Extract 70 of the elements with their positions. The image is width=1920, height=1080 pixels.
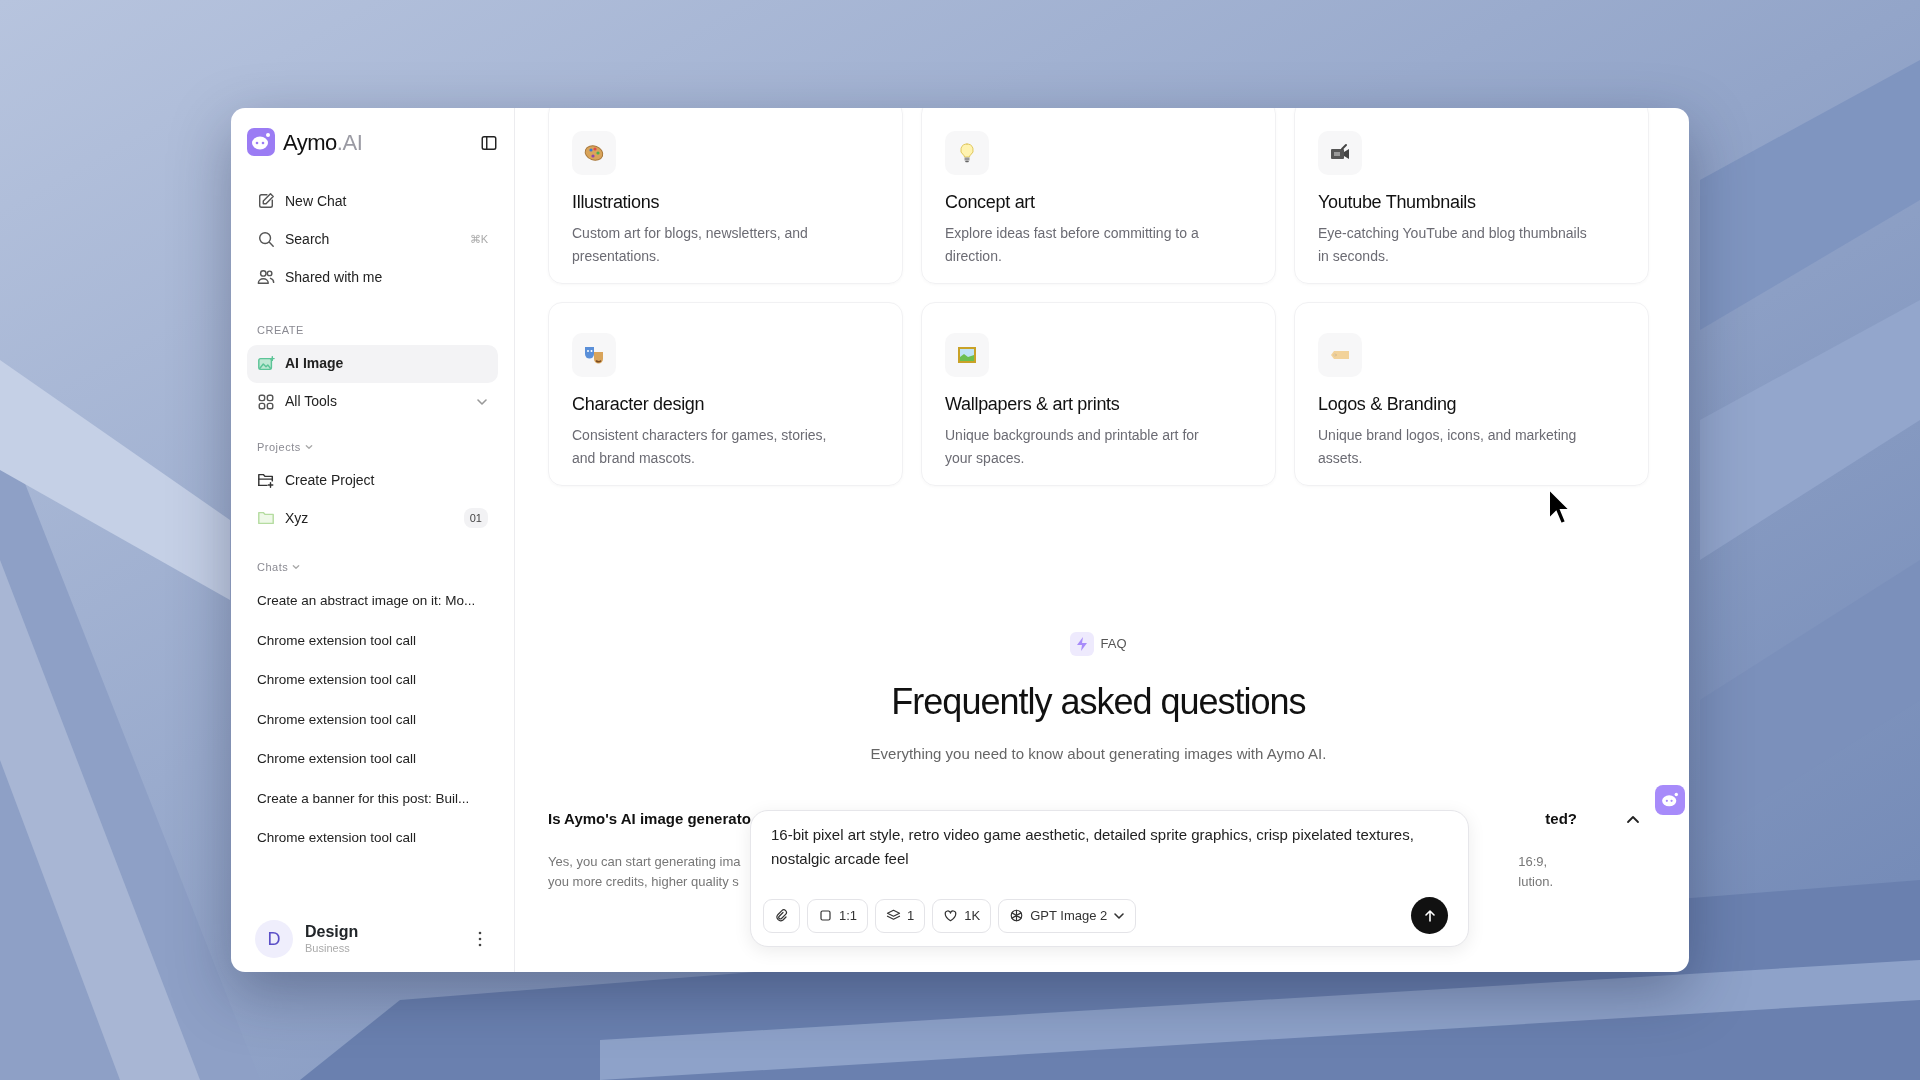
chevron-down-icon bbox=[292, 563, 301, 572]
faq-answer: Yes, you can start generating ima you more credits, higher quality s bbox=[548, 852, 741, 891]
brand-name: Aymo.AI bbox=[283, 128, 363, 157]
send-button[interactable] bbox=[1411, 897, 1448, 934]
image-icon bbox=[257, 354, 275, 373]
edit-icon bbox=[257, 192, 275, 210]
prompt-composer[interactable]: 16-bit pixel art style, retro video game aesthetic, detailed sprite graphics, crisp pixelated textures, nostalgic arcade feel 1:1 1 1K GPT Image 2 bbox=[750, 810, 1469, 947]
folder-icon bbox=[257, 509, 275, 527]
chat-item[interactable]: Chrome extension tool call bbox=[247, 739, 498, 779]
user-plan: Business bbox=[305, 942, 351, 956]
grid-icon bbox=[257, 392, 275, 411]
card-description: Unique backgrounds and printable art for your spaces. bbox=[945, 426, 1200, 468]
more-icon bbox=[478, 931, 482, 947]
model-dropdown[interactable]: GPT Image 2 bbox=[998, 898, 1137, 933]
faq-answer: 16:9, lution. bbox=[1518, 852, 1553, 891]
card-description: Consistent characters for games, stories, and brand mascots. bbox=[572, 426, 828, 468]
logo-icon bbox=[247, 128, 275, 156]
folder-plus-icon bbox=[257, 471, 275, 489]
tool-card[interactable]: Character design Consistent characters for games, stories, and brand mascots. bbox=[548, 302, 903, 486]
option-button[interactable]: 1 bbox=[875, 898, 926, 933]
faq-question[interactable]: Is Aymo's AI image generato bbox=[548, 808, 751, 831]
people-icon bbox=[257, 268, 275, 286]
card-description: Custom art for blogs, newsletters, and presentations. bbox=[572, 224, 809, 266]
card-title: Wallpapers & art prints bbox=[945, 393, 1121, 416]
count-badge: 01 bbox=[463, 507, 488, 529]
chat-item[interactable]: Chrome extension tool call bbox=[247, 700, 498, 740]
attach-button[interactable] bbox=[763, 898, 800, 933]
lightning-icon bbox=[1070, 632, 1095, 656]
project-item[interactable]: Xyz 01 bbox=[247, 499, 498, 537]
nav-item[interactable]: Shared with me bbox=[247, 258, 498, 296]
card-title: Character design bbox=[572, 393, 706, 416]
tool-card[interactable]: Wallpapers & art prints Unique backgrounds and printable art for your spaces. bbox=[921, 302, 1276, 486]
card-title: Youtube Thumbnails bbox=[1318, 191, 1477, 214]
layers-icon bbox=[886, 908, 902, 923]
assistant-button[interactable] bbox=[1655, 785, 1685, 815]
faq-subtitle: Everything you need to know about generating images with Aymo AI. bbox=[869, 744, 1328, 764]
search-icon bbox=[257, 230, 275, 248]
faq-heading: Frequently asked questions bbox=[890, 680, 1307, 724]
nav-item[interactable]: Search ⌘K bbox=[247, 220, 498, 258]
chat-item[interactable]: Create a banner for this post: Buil... bbox=[247, 779, 498, 819]
card-title: Illustrations bbox=[572, 191, 661, 214]
paperclip-icon bbox=[774, 908, 789, 923]
section-heading: CREATE bbox=[257, 323, 304, 338]
tool-card[interactable]: Logos & Branding Unique brand logos, icons, and marketing assets. bbox=[1294, 302, 1649, 486]
option-button[interactable]: 1K bbox=[932, 898, 992, 933]
nav-item[interactable]: AI Image bbox=[247, 344, 498, 383]
sidebar-toggle-icon bbox=[480, 133, 498, 152]
card-title: Logos & Branding bbox=[1318, 393, 1458, 416]
heart-icon bbox=[943, 908, 959, 923]
badge-label: FAQ bbox=[1100, 635, 1127, 654]
chat-item[interactable]: Chrome extension tool call bbox=[247, 621, 498, 661]
user-avatar: D bbox=[255, 920, 293, 958]
user-name: Design bbox=[305, 922, 360, 943]
nav-item[interactable]: All Tools bbox=[247, 382, 498, 421]
card-description: Explore ideas fast before committing to a direction. bbox=[945, 224, 1200, 266]
faq-question[interactable]: ted? bbox=[1545, 808, 1577, 831]
chevron-down-icon bbox=[304, 442, 313, 451]
chat-item[interactable]: Chrome extension tool call bbox=[247, 660, 498, 700]
card-title: Concept art bbox=[945, 191, 1036, 214]
square-icon bbox=[818, 908, 833, 923]
card-description: Eye-catching YouTube and blog thumbnails in seconds. bbox=[1318, 224, 1588, 266]
section-heading: Chats bbox=[257, 560, 289, 575]
option-button[interactable]: 1:1 bbox=[807, 898, 869, 933]
project-item[interactable]: Create Project bbox=[247, 461, 498, 499]
chat-item[interactable]: Create an abstract image on it: Mo... bbox=[247, 581, 498, 621]
chat-item[interactable]: Chrome extension tool call bbox=[247, 818, 498, 858]
nav-item[interactable]: New Chat bbox=[247, 182, 498, 220]
card-description: Unique brand logos, icons, and marketing assets. bbox=[1318, 426, 1578, 468]
section-heading: Projects bbox=[257, 439, 301, 455]
shortcut-hint: ⌘K bbox=[469, 231, 488, 247]
